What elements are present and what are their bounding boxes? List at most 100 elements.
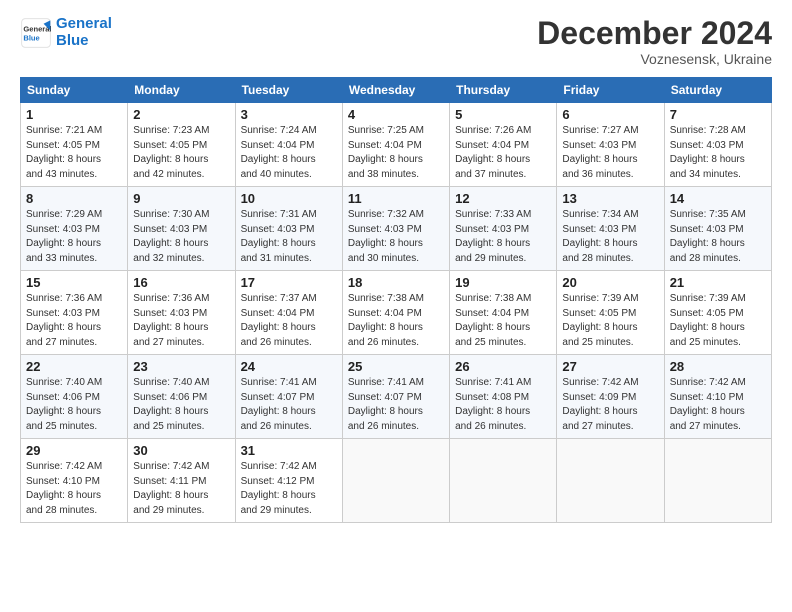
day-number: 16 — [133, 275, 229, 290]
day-info: Sunrise: 7:27 AMSunset: 4:03 PMDaylight:… — [562, 124, 658, 182]
calendar-cell — [557, 439, 664, 523]
day-info: Sunrise: 7:37 AMSunset: 4:04 PMDaylight:… — [241, 292, 337, 350]
calendar-week-row: 29Sunrise: 7:42 AMSunset: 4:10 PMDayligh… — [21, 439, 772, 523]
calendar-cell: 8 Sunrise: 7:29 AMSunset: 4:03 PMDaylight… — [21, 187, 128, 271]
calendar-cell: 26 Sunrise: 7:41 AMSunset: 4:08 PMDayligh… — [450, 355, 557, 439]
day-number: 12 — [455, 191, 551, 206]
calendar-cell: 16 Sunrise: 7:36 AMSunset: 4:03 PMDayligh… — [128, 271, 235, 355]
calendar-cell: 20 Sunrise: 7:39 AMSunset: 4:05 PMDayligh… — [557, 271, 664, 355]
calendar-table: SundayMondayTuesdayWednesdayThursdayFrid… — [20, 77, 772, 523]
day-number: 25 — [348, 359, 444, 374]
calendar-cell: 13Sunrise: 7:34 AMSunset: 4:03 PMDayligh… — [557, 187, 664, 271]
header: General Blue General Blue December 2024 … — [20, 16, 772, 67]
calendar-cell: 19Sunrise: 7:38 AMSunset: 4:04 PMDayligh… — [450, 271, 557, 355]
day-info: Sunrise: 7:24 AMSunset: 4:04 PMDaylight:… — [241, 124, 337, 182]
day-number: 24 — [241, 359, 337, 374]
weekday-header-tuesday: Tuesday — [235, 78, 342, 103]
day-info: Sunrise: 7:38 AMSunset: 4:04 PMDaylight:… — [348, 292, 444, 350]
day-number: 4 — [348, 107, 444, 122]
calendar-cell: 18 Sunrise: 7:38 AMSunset: 4:04 PMDayligh… — [342, 271, 449, 355]
day-number: 18 — [348, 275, 444, 290]
logo-text: General Blue — [56, 16, 112, 49]
day-info: Sunrise: 7:42 AMSunset: 4:11 PMDaylight:… — [133, 460, 229, 518]
calendar-cell: 17 Sunrise: 7:37 AMSunset: 4:04 PMDayligh… — [235, 271, 342, 355]
calendar-cell: 2 Sunrise: 7:23 AMSunset: 4:05 PMDaylight… — [128, 103, 235, 187]
calendar-cell: 21Sunrise: 7:39 AMSunset: 4:05 PMDayligh… — [664, 271, 771, 355]
day-info: Sunrise: 7:36 AMSunset: 4:03 PMDaylight:… — [133, 292, 229, 350]
day-info: Sunrise: 7:39 AMSunset: 4:05 PMDaylight:… — [670, 292, 766, 350]
day-number: 5 — [455, 107, 551, 122]
day-number: 2 — [133, 107, 229, 122]
calendar-week-row: 8 Sunrise: 7:29 AMSunset: 4:03 PMDaylight… — [21, 187, 772, 271]
day-number: 11 — [348, 191, 444, 206]
day-info: Sunrise: 7:30 AMSunset: 4:03 PMDaylight:… — [133, 208, 229, 266]
calendar-cell: 31 Sunrise: 7:42 AMSunset: 4:12 PMDayligh… — [235, 439, 342, 523]
day-number: 7 — [670, 107, 766, 122]
day-number: 27 — [562, 359, 658, 374]
weekday-header-friday: Friday — [557, 78, 664, 103]
svg-text:Blue: Blue — [23, 33, 39, 42]
day-number: 26 — [455, 359, 551, 374]
day-info: Sunrise: 7:38 AMSunset: 4:04 PMDaylight:… — [455, 292, 551, 350]
calendar-cell: 9Sunrise: 7:30 AMSunset: 4:03 PMDaylight… — [128, 187, 235, 271]
day-info: Sunrise: 7:40 AMSunset: 4:06 PMDaylight:… — [133, 376, 229, 434]
day-number: 15 — [26, 275, 122, 290]
day-info: Sunrise: 7:42 AMSunset: 4:10 PMDaylight:… — [26, 460, 122, 518]
day-info: Sunrise: 7:25 AMSunset: 4:04 PMDaylight:… — [348, 124, 444, 182]
day-number: 8 — [26, 191, 122, 206]
day-number: 20 — [562, 275, 658, 290]
day-number: 31 — [241, 443, 337, 458]
day-info: Sunrise: 7:40 AMSunset: 4:06 PMDaylight:… — [26, 376, 122, 434]
day-number: 6 — [562, 107, 658, 122]
day-info: Sunrise: 7:29 AMSunset: 4:03 PMDaylight:… — [26, 208, 122, 266]
day-info: Sunrise: 7:35 AMSunset: 4:03 PMDaylight:… — [670, 208, 766, 266]
day-info: Sunrise: 7:42 AMSunset: 4:09 PMDaylight:… — [562, 376, 658, 434]
day-number: 17 — [241, 275, 337, 290]
day-info: Sunrise: 7:31 AMSunset: 4:03 PMDaylight:… — [241, 208, 337, 266]
day-info: Sunrise: 7:42 AMSunset: 4:12 PMDaylight:… — [241, 460, 337, 518]
calendar-cell: 4 Sunrise: 7:25 AMSunset: 4:04 PMDaylight… — [342, 103, 449, 187]
day-number: 22 — [26, 359, 122, 374]
calendar-week-row: 15 Sunrise: 7:36 AMSunset: 4:03 PMDayligh… — [21, 271, 772, 355]
calendar-cell: 1Sunrise: 7:21 AMSunset: 4:05 PMDaylight… — [21, 103, 128, 187]
calendar-cell: 24 Sunrise: 7:41 AMSunset: 4:07 PMDayligh… — [235, 355, 342, 439]
calendar-week-row: 1Sunrise: 7:21 AMSunset: 4:05 PMDaylight… — [21, 103, 772, 187]
calendar-cell: 29Sunrise: 7:42 AMSunset: 4:10 PMDayligh… — [21, 439, 128, 523]
weekday-header-thursday: Thursday — [450, 78, 557, 103]
day-number: 30 — [133, 443, 229, 458]
day-info: Sunrise: 7:41 AMSunset: 4:07 PMDaylight:… — [241, 376, 337, 434]
calendar-cell: 23Sunrise: 7:40 AMSunset: 4:06 PMDayligh… — [128, 355, 235, 439]
day-info: Sunrise: 7:41 AMSunset: 4:08 PMDaylight:… — [455, 376, 551, 434]
calendar-cell: 7 Sunrise: 7:28 AMSunset: 4:03 PMDaylight… — [664, 103, 771, 187]
calendar-cell: 15 Sunrise: 7:36 AMSunset: 4:03 PMDayligh… — [21, 271, 128, 355]
day-info: Sunrise: 7:33 AMSunset: 4:03 PMDaylight:… — [455, 208, 551, 266]
day-info: Sunrise: 7:36 AMSunset: 4:03 PMDaylight:… — [26, 292, 122, 350]
day-info: Sunrise: 7:42 AMSunset: 4:10 PMDaylight:… — [670, 376, 766, 434]
calendar-cell: 28 Sunrise: 7:42 AMSunset: 4:10 PMDayligh… — [664, 355, 771, 439]
weekday-header-wednesday: Wednesday — [342, 78, 449, 103]
day-info: Sunrise: 7:28 AMSunset: 4:03 PMDaylight:… — [670, 124, 766, 182]
calendar-cell: 6 Sunrise: 7:27 AMSunset: 4:03 PMDaylight… — [557, 103, 664, 187]
day-info: Sunrise: 7:23 AMSunset: 4:05 PMDaylight:… — [133, 124, 229, 182]
calendar-cell: 5Sunrise: 7:26 AMSunset: 4:04 PMDaylight… — [450, 103, 557, 187]
calendar-week-row: 22 Sunrise: 7:40 AMSunset: 4:06 PMDayligh… — [21, 355, 772, 439]
calendar-cell: 14Sunrise: 7:35 AMSunset: 4:03 PMDayligh… — [664, 187, 771, 271]
calendar-cell — [664, 439, 771, 523]
weekday-header-row: SundayMondayTuesdayWednesdayThursdayFrid… — [21, 78, 772, 103]
calendar-cell — [450, 439, 557, 523]
calendar-cell: 12 Sunrise: 7:33 AMSunset: 4:03 PMDayligh… — [450, 187, 557, 271]
calendar-cell — [342, 439, 449, 523]
title-block: December 2024 Voznesensk, Ukraine — [537, 16, 772, 67]
day-info: Sunrise: 7:21 AMSunset: 4:05 PMDaylight:… — [26, 124, 122, 182]
weekday-header-monday: Monday — [128, 78, 235, 103]
weekday-header-saturday: Saturday — [664, 78, 771, 103]
day-info: Sunrise: 7:39 AMSunset: 4:05 PMDaylight:… — [562, 292, 658, 350]
day-number: 28 — [670, 359, 766, 374]
logo-line2: Blue — [56, 32, 89, 49]
day-number: 10 — [241, 191, 337, 206]
calendar-cell: 27 Sunrise: 7:42 AMSunset: 4:09 PMDayligh… — [557, 355, 664, 439]
calendar-cell: 3Sunrise: 7:24 AMSunset: 4:04 PMDaylight… — [235, 103, 342, 187]
day-info: Sunrise: 7:34 AMSunset: 4:03 PMDaylight:… — [562, 208, 658, 266]
calendar-cell: 11Sunrise: 7:32 AMSunset: 4:03 PMDayligh… — [342, 187, 449, 271]
weekday-header-sunday: Sunday — [21, 78, 128, 103]
